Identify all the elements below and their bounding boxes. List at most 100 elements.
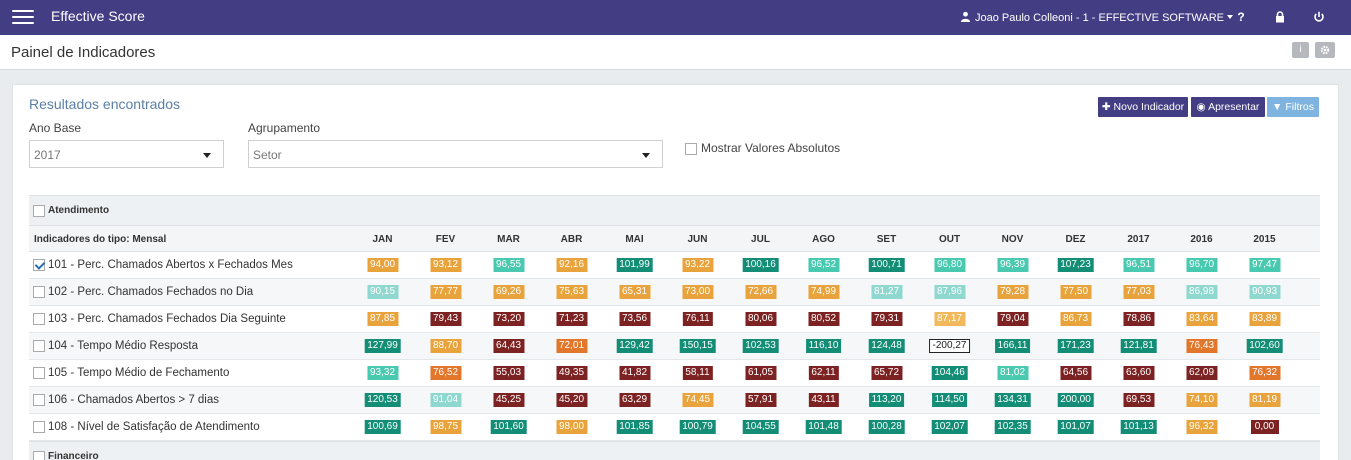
value-badge[interactable]: 74,99 [807, 285, 840, 299]
value-badge[interactable]: 88,70 [429, 339, 462, 353]
value-badge[interactable]: 55,03 [492, 366, 525, 380]
value-badge[interactable]: 80,52 [807, 312, 840, 326]
value-badge[interactable]: 90,15 [366, 285, 399, 299]
filters-button[interactable]: ▼ Filtros [1267, 97, 1319, 117]
gear-icon[interactable] [1315, 42, 1335, 58]
value-badge[interactable]: 101,13 [1120, 420, 1157, 434]
value-badge[interactable]: 49,35 [555, 366, 588, 380]
value-badge[interactable]: 104,46 [931, 366, 968, 380]
value-badge[interactable]: 100,71 [868, 258, 905, 272]
value-badge[interactable]: 79,43 [429, 312, 462, 326]
value-badge[interactable]: 100,79 [679, 420, 716, 434]
present-button[interactable]: ◉ Apresentar [1191, 97, 1265, 117]
value-badge[interactable]: 64,43 [492, 339, 525, 353]
value-badge[interactable]: 80,06 [744, 312, 777, 326]
value-badge[interactable]: 100,69 [364, 420, 401, 434]
value-badge[interactable]: 98,75 [429, 420, 462, 434]
value-badge[interactable]: 102,07 [931, 420, 968, 434]
row-checkbox[interactable] [33, 421, 45, 433]
lock-icon[interactable] [1272, 9, 1288, 25]
value-badge[interactable]: 97,47 [1248, 258, 1281, 272]
value-badge[interactable]: 200,00 [1057, 393, 1094, 407]
value-badge[interactable]: 91,04 [429, 393, 462, 407]
value-badge[interactable]: 93,22 [681, 258, 714, 272]
value-badge[interactable]: 100,28 [868, 420, 905, 434]
value-badge[interactable]: 72,66 [744, 285, 777, 299]
value-badge[interactable]: 76,43 [1185, 339, 1218, 353]
value-badge[interactable]: -200,27 [928, 339, 971, 353]
value-badge[interactable]: 113,20 [868, 393, 905, 407]
value-badge[interactable]: 86,73 [1059, 312, 1092, 326]
value-badge[interactable]: 101,48 [805, 420, 842, 434]
value-badge[interactable]: 73,00 [681, 285, 714, 299]
value-badge[interactable]: 90,93 [1248, 285, 1281, 299]
value-badge[interactable]: 104,55 [742, 420, 779, 434]
value-badge[interactable]: 101,85 [616, 420, 653, 434]
value-badge[interactable]: 96,80 [933, 258, 966, 272]
value-badge[interactable]: 65,72 [870, 366, 903, 380]
value-badge[interactable]: 116,10 [805, 339, 842, 353]
value-badge[interactable]: 64,56 [1059, 366, 1092, 380]
value-badge[interactable]: 45,25 [492, 393, 525, 407]
value-badge[interactable]: 41,82 [618, 366, 651, 380]
value-badge[interactable]: 69,26 [492, 285, 525, 299]
value-badge[interactable]: 75,63 [555, 285, 588, 299]
value-badge[interactable]: 73,20 [492, 312, 525, 326]
value-badge[interactable]: 71,23 [555, 312, 588, 326]
app-title[interactable]: Effective Score [51, 8, 145, 24]
value-badge[interactable]: 79,04 [996, 312, 1029, 326]
value-badge[interactable]: 127,99 [364, 339, 401, 353]
row-checkbox[interactable] [33, 259, 45, 271]
value-badge[interactable]: 81,27 [870, 285, 903, 299]
value-badge[interactable]: 81,19 [1248, 393, 1281, 407]
value-badge[interactable]: 124,48 [868, 339, 905, 353]
indicator-name[interactable]: 106 - Chamados Abertos > 7 dias [48, 394, 219, 406]
value-badge[interactable]: 134,31 [994, 393, 1031, 407]
value-badge[interactable]: 96,51 [1122, 258, 1155, 272]
value-badge[interactable]: 76,11 [682, 312, 713, 326]
value-badge[interactable]: 74,10 [1185, 393, 1218, 407]
value-badge[interactable]: 72,01 [555, 339, 588, 353]
value-badge[interactable]: 76,32 [1248, 366, 1281, 380]
value-badge[interactable]: 61,05 [744, 366, 777, 380]
value-badge[interactable]: 129,42 [616, 339, 653, 353]
value-badge[interactable]: 93,12 [429, 258, 462, 272]
value-badge[interactable]: 166,11 [994, 339, 1031, 353]
indicator-name[interactable]: 104 - Tempo Médio Resposta [48, 340, 198, 352]
value-badge[interactable]: 150,15 [679, 339, 716, 353]
value-badge[interactable]: 62,11 [808, 366, 839, 380]
value-badge[interactable]: 58,11 [682, 366, 713, 380]
value-badge[interactable]: 79,28 [996, 285, 1029, 299]
value-badge[interactable]: 93,32 [366, 366, 399, 380]
value-badge[interactable]: 102,53 [742, 339, 779, 353]
row-checkbox[interactable] [33, 394, 45, 406]
value-badge[interactable]: 77,03 [1122, 285, 1155, 299]
row-checkbox[interactable] [33, 340, 45, 352]
value-badge[interactable]: 107,23 [1057, 258, 1094, 272]
value-badge[interactable]: 96,52 [807, 258, 840, 272]
group-checkbox[interactable] [33, 451, 45, 460]
value-badge[interactable]: 100,16 [742, 258, 779, 272]
value-badge[interactable]: 43,11 [808, 393, 839, 407]
value-badge[interactable]: 120,53 [364, 393, 401, 407]
value-badge[interactable]: 78,86 [1122, 312, 1155, 326]
row-checkbox[interactable] [33, 286, 45, 298]
new-indicator-button[interactable]: ✚ Novo Indicador [1098, 97, 1188, 117]
absolute-values-option[interactable]: Mostrar Valores Absolutos [685, 141, 840, 155]
agrupamento-select[interactable]: Setor [248, 140, 663, 168]
value-badge[interactable]: 83,89 [1248, 312, 1281, 326]
value-badge[interactable]: 73,56 [618, 312, 651, 326]
value-badge[interactable]: 77,77 [429, 285, 462, 299]
value-badge[interactable]: 74,45 [681, 393, 714, 407]
value-badge[interactable]: 65,31 [618, 285, 651, 299]
value-badge[interactable]: 94,00 [366, 258, 399, 272]
value-badge[interactable]: 171,23 [1057, 339, 1094, 353]
indicator-name[interactable]: 103 - Perc. Chamados Fechados Dia Seguin… [48, 313, 286, 325]
value-badge[interactable]: 69,53 [1122, 393, 1155, 407]
value-badge[interactable]: 0,00 [1250, 420, 1279, 434]
power-icon[interactable] [1311, 9, 1327, 25]
value-badge[interactable]: 87,96 [933, 285, 966, 299]
value-badge[interactable]: 98,00 [555, 420, 588, 434]
value-badge[interactable]: 101,07 [1057, 420, 1094, 434]
value-badge[interactable]: 63,29 [618, 393, 651, 407]
